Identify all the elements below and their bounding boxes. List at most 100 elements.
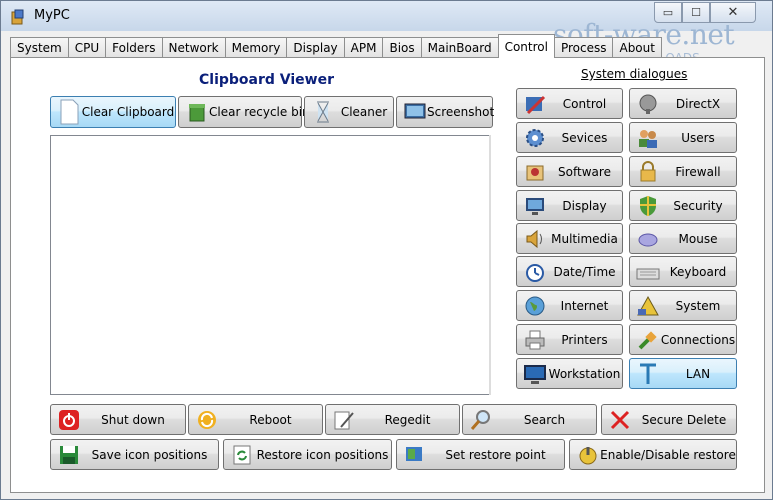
directx-button[interactable]: DirectX <box>629 88 737 119</box>
power-icon <box>57 408 81 432</box>
save-icon-positions-label: Save icon positions <box>91 447 208 462</box>
multimedia-button[interactable]: Multimedia <box>516 223 623 254</box>
regedit-button[interactable]: Regedit <box>325 404 460 435</box>
internet-label: Internet <box>560 298 609 313</box>
screenshot-button[interactable]: Screenshot <box>396 96 495 128</box>
security-label: Security <box>673 198 723 213</box>
cleaner-label: Cleaner <box>340 105 388 119</box>
restore-point-icon <box>403 443 427 467</box>
screenshot-label: Screenshot <box>427 105 495 119</box>
services-label: Sevices <box>561 130 608 145</box>
software-button[interactable]: Software <box>516 156 623 187</box>
set-restore-point-button[interactable]: Set restore point <box>396 439 565 470</box>
restore-icon-positions-button[interactable]: Restore icon positions <box>223 439 392 470</box>
directx-label: DirectX <box>675 96 721 111</box>
restore-icon-positions-label: Restore icon positions <box>256 447 389 462</box>
printers-button[interactable]: Printers <box>516 324 623 355</box>
users-icon <box>636 126 660 150</box>
lan-label: LAN <box>685 366 711 381</box>
system-label: System <box>675 298 721 313</box>
lock-icon <box>636 160 660 184</box>
keyboard-button[interactable]: Keyboard <box>629 256 737 287</box>
multimedia-label: Multimedia <box>551 231 618 246</box>
restore-refresh-icon <box>230 443 254 467</box>
mouse-label: Mouse <box>678 231 718 246</box>
regedit-label: Regedit <box>384 412 431 427</box>
search-icon <box>469 408 493 432</box>
secure-delete-label: Secure Delete <box>641 412 727 427</box>
connections-button[interactable]: Connections <box>629 324 737 355</box>
workstation-monitor-icon <box>523 362 547 386</box>
workstation-label: Workstation <box>548 366 621 381</box>
printer-icon <box>523 328 547 352</box>
software-label: Software <box>558 164 611 179</box>
tab-system[interactable]: System <box>10 37 69 58</box>
control-button[interactable]: Control <box>516 88 623 119</box>
mouse-icon <box>636 227 660 251</box>
globe-icon <box>523 294 547 318</box>
firewall-button[interactable]: Firewall <box>629 156 737 187</box>
clear-recycle-bin-label: Clear recycle bin <box>209 105 310 119</box>
clear-recycle-bin-button[interactable]: Clear recycle bin <box>178 96 310 128</box>
keyboard-label: Keyboard <box>669 264 727 279</box>
tab-bios[interactable]: Bios <box>382 37 422 58</box>
security-button[interactable]: Security <box>629 190 737 221</box>
system-triangle-icon <box>636 294 660 318</box>
internet-button[interactable]: Internet <box>516 290 623 321</box>
tab-about[interactable]: About <box>612 37 662 58</box>
hourglass-icon <box>311 100 335 124</box>
mouse-button[interactable]: Mouse <box>629 223 737 254</box>
services-button[interactable]: Sevices <box>516 122 623 153</box>
tab-mainboard[interactable]: MainBoard <box>420 37 499 58</box>
control-panel-icon <box>523 92 547 116</box>
workstation-button[interactable]: Workstation <box>516 358 623 389</box>
network-cable-icon <box>636 362 660 386</box>
display-button[interactable]: Display <box>516 190 623 221</box>
save-icon-positions-button[interactable]: Save icon positions <box>50 439 219 470</box>
tab-network[interactable]: Network <box>161 37 226 58</box>
shield-icon <box>636 194 660 218</box>
software-box-icon <box>523 160 547 184</box>
clear-clipboard-label: Clear Clipboard <box>81 105 175 119</box>
clipboard-content-area[interactable] <box>50 135 491 395</box>
lan-button[interactable]: LAN <box>629 358 737 389</box>
tab-folders[interactable]: Folders <box>105 37 163 58</box>
tab-apm[interactable]: APM <box>343 37 384 58</box>
firewall-label: Firewall <box>675 164 721 179</box>
recycle-bin-icon <box>185 100 209 124</box>
screenshot-icon <box>403 100 427 124</box>
restore-toggle-icon <box>576 443 600 467</box>
clear-clipboard-button[interactable]: Clear Clipboard <box>50 96 176 128</box>
printers-label: Printers <box>561 332 608 347</box>
display-monitor-icon <box>523 194 547 218</box>
tab-memory[interactable]: Memory <box>224 37 288 58</box>
users-button[interactable]: Users <box>629 122 737 153</box>
tab-control[interactable]: Control <box>497 34 555 58</box>
reboot-button[interactable]: Reboot <box>188 404 323 435</box>
tab-cpu[interactable]: CPU <box>67 37 107 58</box>
search-button[interactable]: Search <box>462 404 597 435</box>
app-icon <box>10 9 26 25</box>
tab-process[interactable]: Process <box>553 37 614 58</box>
users-label: Users <box>681 130 715 145</box>
delete-x-icon <box>608 408 632 432</box>
secure-delete-button[interactable]: Secure Delete <box>601 404 737 435</box>
reboot-label: Reboot <box>249 412 292 427</box>
cleaner-button[interactable]: Cleaner <box>304 96 394 128</box>
display-label: Display <box>562 198 607 213</box>
enable-disable-restore-button[interactable]: Enable/Disable restore <box>569 439 737 470</box>
speaker-icon <box>523 227 547 251</box>
registry-editor-icon <box>332 408 356 432</box>
datetime-label: Date/Time <box>553 264 616 279</box>
clipboard-viewer-heading: Clipboard Viewer <box>199 72 334 88</box>
set-restore-point-label: Set restore point <box>445 447 546 462</box>
system-dialogues-heading[interactable]: System dialogues <box>581 67 687 81</box>
refresh-icon <box>195 408 219 432</box>
datetime-button[interactable]: Date/Time <box>516 256 623 287</box>
floppy-disk-icon <box>57 443 81 467</box>
shutdown-button[interactable]: Shut down <box>50 404 186 435</box>
system-button[interactable]: System <box>629 290 737 321</box>
stopwatch-icon <box>523 260 547 284</box>
tab-display[interactable]: Display <box>286 37 345 58</box>
tab-strip: System CPU Folders Network Memory Displa… <box>10 34 662 58</box>
